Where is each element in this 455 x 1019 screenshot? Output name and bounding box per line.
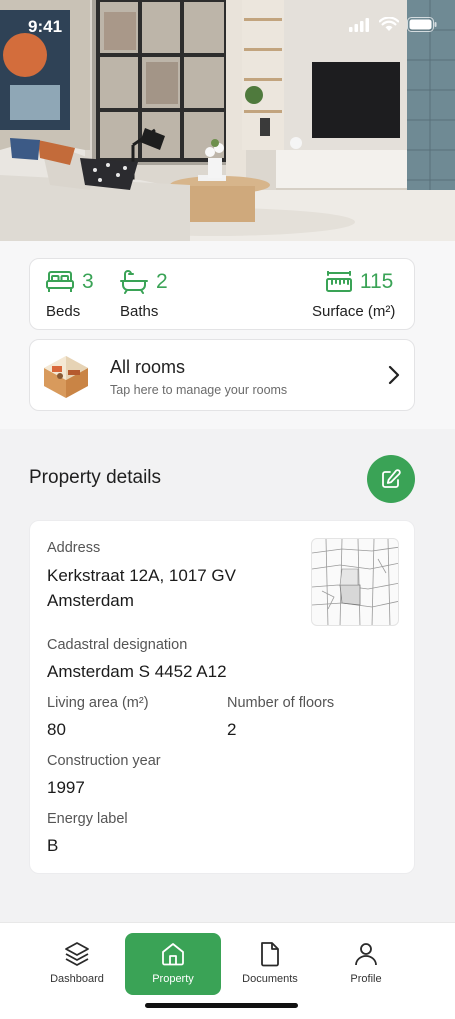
living-area-value: 80 [47, 720, 66, 739]
living-area-label: Living area (m²) [47, 695, 149, 711]
address-label: Address [47, 540, 101, 556]
bed-icon [46, 271, 74, 292]
signal-icon [349, 17, 369, 32]
baths-label: Baths [120, 303, 159, 320]
nav-dashboard-label: Dashboard [50, 973, 104, 985]
stats-card: 3 Beds 2 Baths 115 Surface (m²) [29, 258, 415, 330]
room-3d-icon [44, 356, 88, 398]
cadastral-label: Cadastral designation [47, 637, 188, 653]
floors-label: Number of floors [227, 695, 335, 711]
nav-profile[interactable]: Profile [318, 933, 414, 995]
construction-year-value: 1997 [47, 778, 85, 797]
status-time: 9:41 [28, 17, 63, 36]
beds-count: 3 [82, 270, 94, 293]
nav-profile-label: Profile [350, 973, 382, 985]
user-icon [355, 943, 377, 966]
ruler-icon [325, 271, 352, 292]
construction-year-label: Construction year [47, 753, 161, 769]
nav-documents-label: Documents [242, 973, 298, 985]
surface-value: 115 [359, 270, 394, 293]
map-thumbnail [312, 539, 398, 625]
edit-property-button[interactable] [367, 455, 415, 503]
home-indicator [145, 1003, 298, 1008]
baths-count: 2 [156, 270, 168, 293]
chevron-right-icon [388, 365, 400, 385]
nav-documents[interactable]: Documents [222, 933, 318, 995]
property-details-title: Property details [29, 467, 162, 488]
energy-label-value: B [47, 836, 59, 855]
beds-label: Beds [46, 303, 81, 320]
stat-beds: 3 Beds [46, 267, 94, 320]
nav-property-label: Property [152, 973, 194, 985]
all-rooms-subtitle: Tap here to manage your rooms [110, 383, 288, 397]
battery-icon [407, 17, 437, 32]
status-bar: 9:41 [0, 0, 455, 52]
edit-icon [382, 469, 401, 488]
nav-dashboard[interactable]: Dashboard [29, 933, 125, 995]
address-line2: Amsterdam [47, 591, 134, 610]
surface-label: Surface (m²) [312, 303, 396, 320]
nav-property[interactable]: Property [125, 933, 221, 995]
home-icon [162, 943, 184, 966]
bathtub-icon [120, 270, 148, 294]
layers-icon [65, 942, 89, 966]
energy-label-label: Energy label [47, 811, 128, 827]
wifi-icon [379, 17, 399, 31]
all-rooms-button[interactable]: All rooms Tap here to manage your rooms [29, 339, 415, 411]
cadastral-value: Amsterdam S 4452 A12 [47, 662, 227, 681]
stat-surface: 115 Surface (m²) [312, 267, 395, 320]
all-rooms-title: All rooms [110, 357, 186, 377]
stat-baths: 2 Baths [120, 267, 168, 320]
document-icon [261, 942, 279, 967]
status-icons [349, 17, 437, 32]
floors-value: 2 [227, 720, 237, 739]
address-line1: Kerkstraat 12A, 1017 GV [47, 566, 236, 585]
cadastral-map-thumbnail[interactable] [311, 538, 399, 626]
property-details-card: Address Kerkstraat 12A, 1017 GV Amsterda… [29, 520, 415, 874]
